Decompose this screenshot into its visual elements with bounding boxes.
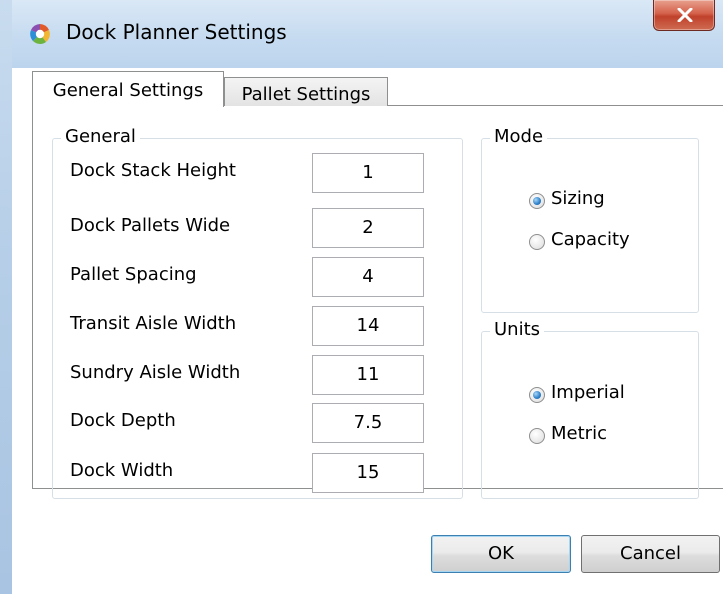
radio-sizing-label: Sizing [551, 188, 605, 209]
dock-stack-height-input[interactable]: 1 [312, 153, 424, 193]
dock-width-label: Dock Width [70, 460, 174, 481]
radio-imperial-button[interactable] [529, 387, 545, 403]
sundry-aisle-width-input[interactable]: 11 [312, 355, 424, 395]
mode-group-legend: Mode [490, 126, 548, 147]
tab-pallet-settings[interactable]: Pallet Settings [224, 77, 388, 106]
dock-depth-input[interactable]: 7.5 [312, 403, 424, 443]
field-row-dock-depth: Dock Depth 7.5 [70, 403, 430, 443]
pallet-spacing-input[interactable]: 4 [312, 257, 424, 297]
window-title: Dock Planner Settings [66, 20, 287, 44]
dock-width-input[interactable]: 15 [312, 453, 424, 493]
transit-aisle-width-label: Transit Aisle Width [70, 313, 237, 334]
field-row-pallet-spacing: Pallet Spacing 4 [70, 257, 430, 297]
units-group-legend: Units [490, 319, 545, 340]
transit-aisle-width-input[interactable]: 14 [312, 306, 424, 346]
radio-capacity-button[interactable] [529, 234, 545, 250]
general-group-legend: General [61, 126, 140, 147]
ok-button[interactable]: OK [431, 535, 571, 573]
close-button[interactable] [653, 0, 715, 31]
tab-pallet-settings-label: Pallet Settings [241, 84, 371, 105]
dock-stack-height-label: Dock Stack Height [70, 160, 236, 181]
app-logo-icon [28, 22, 52, 46]
tab-general-settings[interactable]: General Settings [32, 71, 224, 107]
pallet-spacing-label: Pallet Spacing [70, 264, 197, 285]
field-row-dock-width: Dock Width 15 [70, 453, 430, 493]
field-row-dock-stack-height: Dock Stack Height 1 [70, 153, 430, 193]
title-bar: Dock Planner Settings [0, 0, 723, 68]
dock-planner-settings-dialog: Dock Planner Settings General Settings P… [0, 0, 723, 594]
radio-metric-button[interactable] [529, 428, 545, 444]
sundry-aisle-width-label: Sundry Aisle Width [70, 362, 241, 383]
radio-sizing-button[interactable] [529, 193, 545, 209]
dock-depth-label: Dock Depth [70, 410, 176, 431]
radio-imperial-label: Imperial [551, 382, 625, 403]
mode-group: Mode [481, 126, 699, 313]
tab-general-settings-label: General Settings [52, 80, 204, 101]
window-left-border [0, 0, 12, 594]
field-row-sundry-aisle-width: Sundry Aisle Width 11 [70, 355, 430, 395]
units-group: Units [481, 319, 699, 499]
close-icon [677, 8, 693, 22]
radio-capacity-label: Capacity [551, 229, 630, 250]
cancel-button[interactable]: Cancel [581, 535, 720, 573]
radio-metric-label: Metric [551, 423, 607, 444]
field-row-transit-aisle-width: Transit Aisle Width 14 [70, 306, 430, 346]
field-row-dock-pallets-wide: Dock Pallets Wide 2 [70, 208, 430, 248]
dock-pallets-wide-label: Dock Pallets Wide [70, 215, 231, 236]
dock-pallets-wide-input[interactable]: 2 [312, 208, 424, 248]
